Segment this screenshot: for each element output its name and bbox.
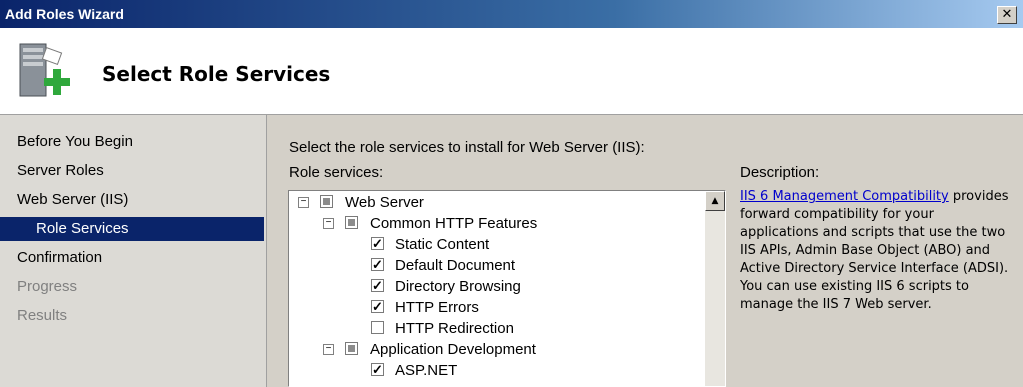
tree-label: Static Content [395,236,490,253]
main-panel: Select the role services to install for … [267,115,1023,387]
checkbox-directory-browsing[interactable] [371,275,384,296]
nav-item-progress: Progress [17,278,78,295]
nav-item-results: Results [17,307,68,324]
checkbox-static-content[interactable] [371,233,384,254]
collapse-icon[interactable]: − [323,218,334,229]
collapse-icon[interactable]: − [323,344,334,355]
tree-label: HTTP Redirection [395,320,514,337]
description-text: provides forward compatibility for your … [740,189,1009,312]
tree-label: Web Server [345,194,424,211]
window-title: Add Roles Wizard [5,6,124,22]
checkbox-default-document[interactable] [371,254,384,275]
tree-label: HTTP Errors [395,299,479,316]
tree-node-http-redirection[interactable]: HTTP Redirection [289,318,699,339]
checkbox-web-server[interactable] [320,195,333,208]
description-label: Description: [740,164,820,181]
nav-item-role-services[interactable]: Role Services [0,217,264,241]
tree-node-directory-browsing[interactable]: Directory Browsing [289,275,699,297]
instruction-text: Select the role services to install for … [289,139,645,156]
tree-node-static-content[interactable]: Static Content [289,233,699,255]
checkbox-http-errors[interactable] [371,296,384,317]
tree-label: ASP.NET [395,362,458,379]
checkbox-common-http-features[interactable] [345,216,358,229]
scroll-up-button[interactable]: ▲ [705,191,725,211]
role-services-label: Role services: [289,164,384,181]
wizard-nav: Before You Begin Server Roles Web Server… [0,115,267,387]
server-add-icon [19,43,70,97]
nav-item-confirmation[interactable]: Confirmation [0,246,264,270]
nav-item-web-server-iis[interactable]: Web Server (IIS) [0,188,264,212]
tree-label: Default Document [395,257,516,274]
tree-node-web-server[interactable]: − Web Server [289,192,699,213]
nav-item-before-you-begin[interactable]: Before You Begin [0,130,264,154]
wizard-header: Select Role Services [0,28,1023,115]
description-link[interactable]: IIS 6 Management Compatibility [740,189,949,204]
tree-label: Directory Browsing [395,278,521,295]
vertical-scrollbar[interactable]: ▲ [705,191,725,386]
role-services-tree[interactable]: − Web Server − Common HTTP Features Stat… [288,190,726,387]
title-bar[interactable]: Add Roles Wizard ✕ [0,0,1023,28]
checkbox-asp-net[interactable] [371,359,384,380]
checkbox-http-redirection[interactable] [371,321,384,334]
checkbox-application-development[interactable] [345,342,358,355]
close-button[interactable]: ✕ [997,6,1017,24]
nav-item-server-roles[interactable]: Server Roles [0,159,264,183]
tree-label: Common HTTP Features [370,215,538,232]
description-panel: IIS 6 Management Compatibility provides … [740,188,1010,314]
tree-node-application-development[interactable]: − Application Development [289,339,699,360]
tree-node-asp-net[interactable]: ASP.NET [289,359,699,381]
tree-node-http-errors[interactable]: HTTP Errors [289,296,699,318]
page-title: Select Role Services [102,62,331,86]
tree-node-default-document[interactable]: Default Document [289,254,699,276]
tree-label: Application Development [370,341,536,358]
tree-node-common-http-features[interactable]: − Common HTTP Features [289,213,699,234]
collapse-icon[interactable]: − [298,197,309,208]
